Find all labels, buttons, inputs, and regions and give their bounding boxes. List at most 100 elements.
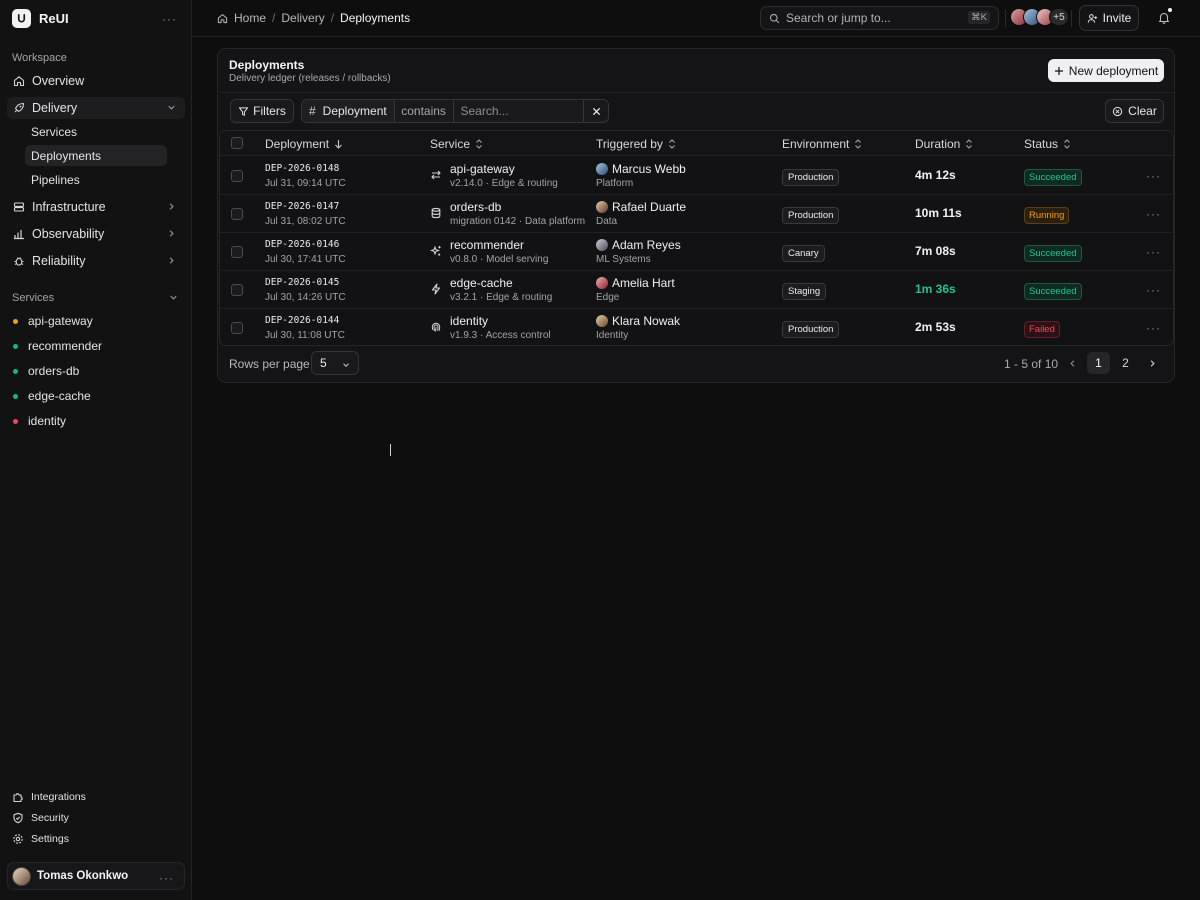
sidebar-service-edge-cache[interactable]: edge-cache (13, 389, 91, 403)
status-badge: Succeeded (1024, 169, 1082, 186)
deployment-id[interactable]: DEP-2026-0146 (265, 239, 339, 250)
sidebar-subitem-deployments[interactable]: Deployments (25, 145, 167, 166)
row-actions-icon[interactable]: ··· (1146, 170, 1161, 182)
arrow-down-icon (335, 140, 342, 149)
deployment-id[interactable]: DEP-2026-0144 (265, 315, 339, 326)
arrows-swap-icon (431, 170, 441, 180)
main-content: Home / Delivery / Deployments Search or … (192, 0, 1200, 900)
plus-icon (1054, 66, 1063, 75)
sidebar-item-label: Observability (32, 227, 105, 241)
deployments-table: Deployment Service Triggered by Environm… (219, 130, 1174, 346)
active-filter: # Deployment contains Search... (301, 99, 609, 123)
sidebar-service-identity[interactable]: identity (13, 414, 66, 428)
column-header-status[interactable]: Status (1024, 137, 1071, 151)
chevron-down-icon (343, 363, 349, 367)
breadcrumb-home[interactable]: Home (234, 11, 266, 25)
sidebar-item-overview[interactable]: Overview (7, 70, 185, 92)
column-header-service[interactable]: Service (430, 137, 483, 151)
sidebar-service-orders-db[interactable]: orders-db (13, 364, 79, 378)
page-button-1[interactable]: 1 (1087, 352, 1110, 374)
chevron-right-icon (169, 230, 174, 237)
column-header-deployment[interactable]: Deployment (265, 137, 343, 151)
column-label: Status (1024, 137, 1059, 151)
chevron-down-icon[interactable] (168, 292, 179, 303)
new-deployment-button[interactable]: New deployment (1048, 59, 1164, 82)
column-label: Triggered by (596, 137, 663, 151)
filter-operator[interactable]: contains (395, 100, 454, 122)
rows-per-page-select[interactable]: 5 (311, 351, 359, 375)
page-subtitle: Delivery ledger (releases / rollbacks) (229, 73, 391, 84)
lightning-icon (431, 283, 441, 295)
deployment-time: Jul 30, 14:26 UTC (265, 292, 346, 303)
breadcrumb-delivery[interactable]: Delivery (281, 11, 324, 25)
row-checkbox[interactable] (231, 170, 243, 182)
row-actions-icon[interactable]: ··· (1146, 246, 1161, 258)
previous-page-button[interactable] (1061, 352, 1084, 374)
avatar (596, 315, 608, 327)
status-badge: Failed (1024, 321, 1060, 338)
deployment-id[interactable]: DEP-2026-0147 (265, 201, 339, 212)
avatar (596, 277, 608, 289)
row-actions-icon[interactable]: ··· (1146, 208, 1161, 220)
service-name[interactable]: identity (450, 314, 488, 328)
service-name[interactable]: orders-db (450, 200, 501, 214)
invite-button[interactable]: Invite (1079, 5, 1139, 31)
service-label: orders-db (28, 364, 80, 378)
user-menu-icon[interactable]: ··· (159, 872, 174, 884)
brand[interactable]: ReUI (12, 9, 69, 28)
column-header-duration[interactable]: Duration (915, 137, 973, 151)
status-dot (13, 393, 18, 399)
sidebar-item-observability[interactable]: Observability (7, 223, 185, 245)
sidebar-item-reliability[interactable]: Reliability (7, 250, 185, 272)
table-row[interactable]: DEP-2026-0146 Jul 30, 17:41 UTC recommende… (220, 233, 1173, 271)
deployment-id[interactable]: DEP-2026-0145 (265, 277, 339, 288)
sidebar-item-delivery[interactable]: Delivery (7, 97, 185, 119)
bug-icon (14, 257, 24, 266)
deployment-id[interactable]: DEP-2026-0148 (265, 163, 339, 174)
sidebar-item-infrastructure[interactable]: Infrastructure (7, 196, 185, 218)
filters-button[interactable]: Filters (230, 99, 294, 123)
gear-icon (13, 834, 23, 844)
row-actions-icon[interactable]: ··· (1146, 284, 1161, 296)
sidebar-subitem-services[interactable]: Services (25, 121, 167, 142)
remove-filter-button[interactable] (584, 100, 608, 122)
service-label: recommender (28, 339, 103, 353)
filter-field[interactable]: # Deployment (302, 100, 395, 122)
service-name[interactable]: recommender (450, 238, 524, 252)
table-row[interactable]: DEP-2026-0144 Jul 30, 11:08 UTC identity v1… (220, 309, 1173, 345)
status-badge: Succeeded (1024, 283, 1082, 300)
team-avatars[interactable]: +5 (1010, 8, 1069, 26)
column-header-environment[interactable]: Environment (782, 137, 862, 151)
environment-badge: Production (782, 169, 840, 186)
select-all-checkbox[interactable] (231, 137, 243, 149)
sidebar-item-integrations[interactable]: Integrations (12, 791, 86, 803)
search-input[interactable]: Search or jump to... ⌘K (760, 6, 999, 30)
brand-name: ReUI (39, 11, 69, 26)
row-checkbox[interactable] (231, 322, 243, 334)
sidebar-subitem-pipelines[interactable]: Pipelines (25, 169, 167, 190)
sidebar-item-security[interactable]: Security (12, 812, 69, 824)
user-menu[interactable]: Tomas Okonkwo ··· (7, 862, 185, 890)
sidebar-service-recommender[interactable]: recommender (13, 339, 102, 353)
service-name[interactable]: api-gateway (450, 162, 515, 176)
row-checkbox[interactable] (231, 208, 243, 220)
table-row[interactable]: DEP-2026-0145 Jul 30, 14:26 UTC edge-cache… (220, 271, 1173, 309)
filter-value-input[interactable]: Search... (454, 100, 585, 122)
column-header-triggered-by[interactable]: Triggered by (596, 137, 676, 151)
service-name[interactable]: edge-cache (450, 276, 513, 290)
table-row[interactable]: DEP-2026-0147 Jul 31, 08:02 UTC orders-db m… (220, 195, 1173, 233)
clear-filters-button[interactable]: Clear (1105, 99, 1164, 123)
sidebar-service-api-gateway[interactable]: api-gateway (13, 314, 93, 328)
row-checkbox[interactable] (231, 246, 243, 258)
page-button-2[interactable]: 2 (1114, 352, 1137, 374)
rows-per-page-label: Rows per page (229, 357, 310, 371)
column-label: Deployment (265, 137, 330, 151)
triggered-by-name: Marcus Webb (612, 162, 686, 176)
workspace-menu-icon[interactable]: ··· (162, 13, 177, 25)
row-actions-icon[interactable]: ··· (1146, 322, 1161, 334)
bell-icon[interactable] (1158, 11, 1170, 24)
table-row[interactable]: DEP-2026-0148 Jul 31, 09:14 UTC api-gatewa… (220, 157, 1173, 195)
next-page-button[interactable] (1141, 352, 1164, 374)
sidebar-item-settings[interactable]: Settings (12, 833, 69, 845)
row-checkbox[interactable] (231, 284, 243, 296)
